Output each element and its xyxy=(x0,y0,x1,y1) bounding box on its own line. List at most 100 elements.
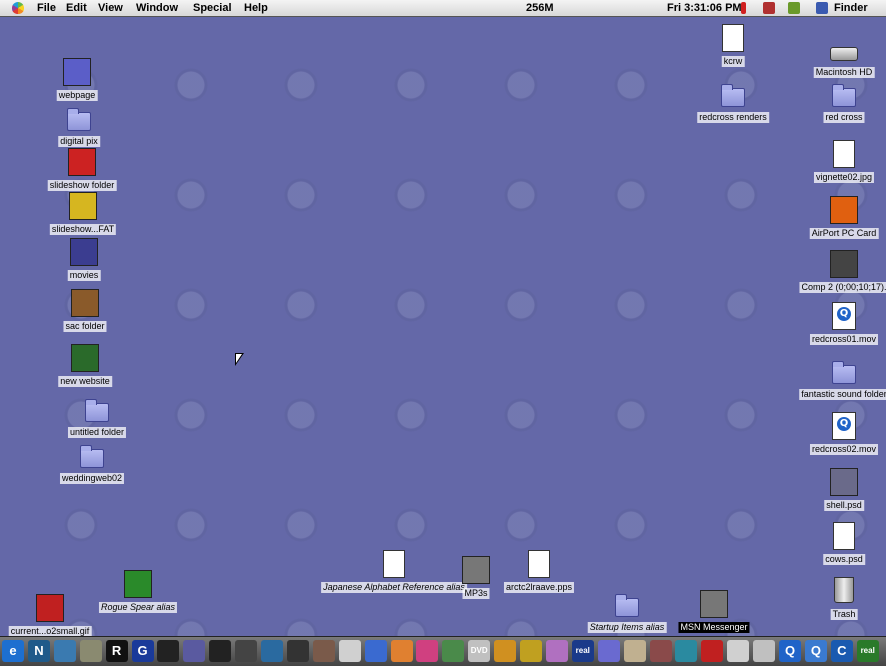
icon-label: AirPort PC Card xyxy=(809,228,879,239)
mouse-pointer-icon xyxy=(235,353,244,366)
photo-icon xyxy=(830,468,858,496)
document-icon xyxy=(722,24,744,52)
desktop-icon[interactable]: movies xyxy=(34,238,134,292)
icon-label: weddingweb02 xyxy=(59,473,125,484)
folder-icon xyxy=(615,594,639,617)
quicktime-movie-icon xyxy=(832,302,856,330)
application-menu[interactable]: Finder xyxy=(834,1,868,15)
icon-label: shell.psd xyxy=(824,500,864,511)
dvd-icon[interactable]: DVD xyxy=(468,640,491,662)
app-icon[interactable] xyxy=(53,640,76,662)
finder-icon[interactable] xyxy=(816,2,828,14)
ie-icon[interactable]: e xyxy=(2,640,24,662)
quicktime-icon[interactable]: Q xyxy=(779,640,801,662)
icon-label: kcrw xyxy=(721,56,745,67)
desktop-icon[interactable]: cows.psd xyxy=(794,522,886,576)
control-strip-icon[interactable] xyxy=(763,2,775,14)
icon-label: fantastic sound folder xyxy=(799,389,886,400)
icon-label: vignette02.jpg xyxy=(813,172,875,183)
icon-label: red cross xyxy=(823,112,865,123)
golive-icon[interactable]: G xyxy=(131,640,154,662)
menu-file[interactable]: File xyxy=(34,1,59,15)
app-icon[interactable] xyxy=(649,640,672,662)
app-icon[interactable] xyxy=(675,640,698,662)
app-icon[interactable] xyxy=(390,640,413,662)
film-icon[interactable] xyxy=(209,640,232,662)
desktop-icon[interactable]: Comp 2 (0;00;10;17). xyxy=(794,250,886,304)
icon-label: sac folder xyxy=(63,321,107,332)
desktop-icon[interactable]: weddingweb02 xyxy=(42,441,142,495)
netscape-icon[interactable]: N xyxy=(27,640,50,662)
icon-label: slideshow folder xyxy=(47,180,117,191)
app-icon[interactable] xyxy=(338,640,361,662)
desktop-icon[interactable]: redcross02.mov xyxy=(794,412,886,466)
app-icon[interactable] xyxy=(727,640,750,662)
menu-special[interactable]: Special xyxy=(190,1,235,15)
keyboard-icon[interactable] xyxy=(788,2,800,14)
desktop-icon[interactable]: redcross renders xyxy=(683,80,783,134)
menu-window[interactable]: Window xyxy=(133,1,181,15)
app-icon[interactable] xyxy=(623,640,646,662)
drill-icon xyxy=(69,192,97,220)
trash-icon xyxy=(834,577,854,603)
desktop-icon[interactable]: red cross xyxy=(794,80,886,134)
icon-label: digital pix xyxy=(58,136,100,147)
app-icon[interactable] xyxy=(597,640,620,662)
app-icon[interactable] xyxy=(364,640,387,662)
app-icon[interactable]: C xyxy=(830,640,853,662)
icon-label: Startup Items alias xyxy=(587,622,667,633)
app-icon[interactable] xyxy=(157,640,180,662)
icon-label: cows.psd xyxy=(823,554,865,565)
photo-icon xyxy=(462,556,490,584)
desktop-icon[interactable]: kcrw xyxy=(683,24,783,78)
menu-clock[interactable]: Fri 3:31:06 PM xyxy=(667,1,742,15)
icon-label: webpage xyxy=(56,90,98,101)
app-icon[interactable] xyxy=(520,640,542,662)
quicktime-icon[interactable]: Q xyxy=(804,640,827,662)
desktop-icon[interactable]: Trash xyxy=(794,577,886,631)
phone-icon[interactable] xyxy=(442,640,465,662)
desktop-icon[interactable]: new website xyxy=(35,344,135,398)
desktop-icon[interactable]: vignette02.jpg xyxy=(794,140,886,194)
desktop-icon[interactable]: shell.psd xyxy=(794,468,886,522)
app-icon[interactable] xyxy=(753,640,776,662)
document-icon xyxy=(833,522,855,550)
icon-label: arctc2lraave.pps xyxy=(503,582,575,593)
desktop-icon[interactable]: fantastic sound folder xyxy=(794,357,886,411)
desktop-icon[interactable]: arctc2lraave.pps xyxy=(489,550,589,604)
real-icon[interactable]: real xyxy=(571,640,594,662)
app-icon[interactable] xyxy=(494,640,517,662)
memory-indicator: 256M xyxy=(526,2,554,14)
icon-label: Rogue Spear alias xyxy=(98,602,178,613)
app-icon[interactable] xyxy=(416,640,439,662)
airport-card-icon xyxy=(830,196,858,224)
folder-icon xyxy=(832,361,856,384)
desktop-icon[interactable]: sac folder xyxy=(35,289,135,343)
battery-icon[interactable] xyxy=(741,2,746,14)
desktop-icon[interactable]: redcross01.mov xyxy=(794,302,886,356)
scanner-icon[interactable] xyxy=(79,640,102,662)
menu-view[interactable]: View xyxy=(95,1,126,15)
quicktime-movie-icon xyxy=(832,412,856,440)
real-icon[interactable]: real xyxy=(856,640,879,662)
menu-help[interactable]: Help xyxy=(241,1,271,15)
app-icon[interactable] xyxy=(183,640,206,662)
apple-menu-icon[interactable] xyxy=(12,2,24,14)
image-file-icon xyxy=(833,140,855,168)
hard-disk-icon xyxy=(830,47,858,61)
film-icon[interactable] xyxy=(235,640,258,662)
folder-icon xyxy=(85,399,109,422)
download-icon[interactable] xyxy=(701,640,724,662)
eye-icon[interactable] xyxy=(286,640,309,662)
menu-edit[interactable]: Edit xyxy=(63,1,90,15)
eye-icon[interactable] xyxy=(261,640,283,662)
photo-icon xyxy=(124,570,152,598)
realbasic-icon[interactable]: R xyxy=(105,640,128,662)
desktop-icon[interactable]: AirPort PC Card xyxy=(794,196,886,250)
app-icon[interactable] xyxy=(312,640,335,662)
document-icon xyxy=(528,550,550,578)
msn-messenger-icon xyxy=(700,590,728,618)
desktop-icon[interactable]: Rogue Spear alias xyxy=(88,570,188,624)
launcher-strip: e N R G DVD real Q Q Creal xyxy=(0,636,886,666)
itunes-icon[interactable] xyxy=(545,640,568,662)
